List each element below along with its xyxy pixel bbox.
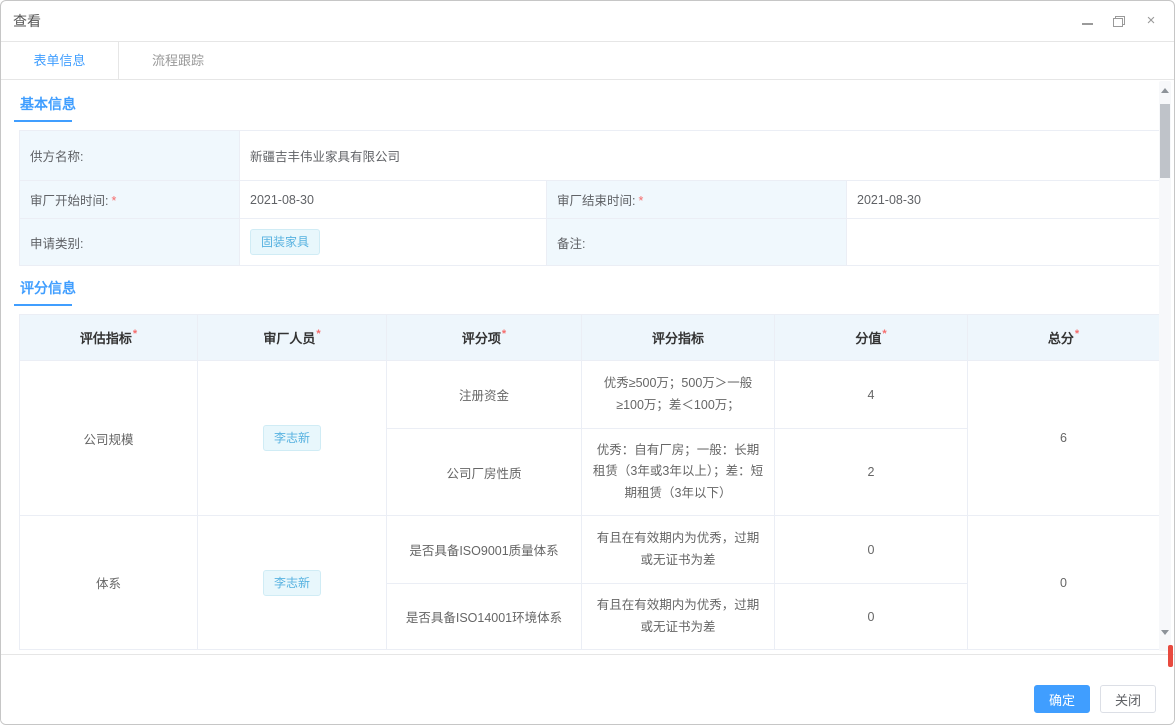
apply-category-label: 申请类别: [20, 219, 240, 266]
close-icon[interactable]: × [1144, 14, 1158, 28]
col-score-criteria: 评分指标 [582, 315, 775, 361]
confirm-button[interactable]: 确定 [1034, 685, 1090, 713]
table-row: 体系 李志新 是否具备ISO9001质量体系 有且在有效期内为优秀，过期或无证书… [20, 516, 1160, 584]
section-underline [14, 304, 72, 306]
score-value: 2 [775, 429, 968, 516]
apply-category-value: 固装家具 [240, 219, 547, 266]
tab-bar: 表单信息 流程跟踪 [1, 41, 1174, 80]
audit-end-label: 审厂结束时间:* [547, 181, 847, 219]
vertical-scrollbar[interactable] [1159, 81, 1171, 651]
score-value: 0 [775, 584, 968, 650]
col-score-item: 评分项* [387, 315, 582, 361]
score-item: 注册资金 [387, 361, 582, 429]
tab-form-info[interactable]: 表单信息 [1, 42, 119, 79]
dialog-footer: 确定 关闭 [1, 655, 1174, 724]
title-bar: 查看 × [1, 1, 1174, 41]
dialog-title: 查看 [13, 11, 41, 31]
audit-end-value: 2021-08-30 [847, 181, 1160, 219]
score-criteria: 有且在有效期内为优秀，过期或无证书为差 [582, 584, 775, 650]
remark-label: 备注: [547, 219, 847, 266]
score-table-header: 评估指标* 审厂人员* 评分项* 评分指标 分值* 总分* [20, 315, 1160, 361]
group-auditor: 李志新 [198, 361, 387, 516]
close-button[interactable]: 关闭 [1100, 685, 1156, 713]
scrollbar-thumb[interactable] [1160, 104, 1170, 178]
auditor-tag: 李志新 [263, 425, 321, 451]
category-tag: 固装家具 [250, 229, 320, 255]
audit-start-value: 2021-08-30 [240, 181, 547, 219]
supplier-name-value: 新疆吉丰伟业家具有限公司 [240, 131, 1160, 181]
col-eval-indicator: 评估指标* [20, 315, 198, 361]
basic-info-row-supplier: 供方名称: 新疆吉丰伟业家具有限公司 [20, 131, 1160, 181]
col-score-value: 分值* [775, 315, 968, 361]
group-total: 6 [968, 361, 1160, 516]
score-table: 评估指标* 审厂人员* 评分项* 评分指标 分值* 总分* 公司规模 李志新 注… [19, 314, 1160, 650]
view-dialog: 查看 × 表单信息 流程跟踪 基本信息 供方名称: 新疆吉丰伟业家具有限公司 审… [0, 0, 1175, 725]
inner-scrollbar-red [1168, 645, 1173, 667]
col-total-score: 总分* [968, 315, 1160, 361]
section-title-score-info: 评分信息 [20, 278, 1174, 298]
score-item: 是否具备ISO9001质量体系 [387, 516, 582, 584]
score-item: 是否具备ISO14001环境体系 [387, 584, 582, 650]
score-value: 0 [775, 516, 968, 584]
remark-value [847, 219, 1160, 266]
restore-icon[interactable] [1112, 14, 1126, 28]
score-criteria: 有且在有效期内为优秀，过期或无证书为差 [582, 516, 775, 584]
table-row: 公司规模 李志新 注册资金 优秀≥500万；500万＞一般≥100万；差＜100… [20, 361, 1160, 429]
score-value: 4 [775, 361, 968, 429]
col-auditor: 审厂人员* [198, 315, 387, 361]
score-item: 公司厂房性质 [387, 429, 582, 516]
audit-start-label: 审厂开始时间:* [20, 181, 240, 219]
scroll-down-icon[interactable] [1161, 630, 1169, 635]
supplier-name-label: 供方名称: [20, 131, 240, 181]
score-criteria: 优秀：自有厂房；一般：长期租赁（3年或3年以上）；差：短期租赁（3年以下） [582, 429, 775, 516]
group-indicator: 公司规模 [20, 361, 198, 516]
minimize-icon[interactable] [1080, 14, 1094, 28]
basic-info-row-dates: 审厂开始时间:* 2021-08-30 审厂结束时间:* 2021-08-30 [20, 181, 1160, 219]
group-indicator: 体系 [20, 516, 198, 650]
group-auditor: 李志新 [198, 516, 387, 650]
tab-process-tracking[interactable]: 流程跟踪 [119, 42, 237, 79]
basic-info-row-category: 申请类别: 固装家具 备注: [20, 219, 1160, 266]
section-title-basic-info: 基本信息 [20, 94, 1174, 114]
auditor-tag: 李志新 [263, 570, 321, 596]
scroll-up-icon[interactable] [1161, 88, 1169, 93]
form-content: 基本信息 供方名称: 新疆吉丰伟业家具有限公司 审厂开始时间:* 2021-08… [1, 80, 1174, 655]
score-criteria: 优秀≥500万；500万＞一般≥100万；差＜100万； [582, 361, 775, 429]
section-underline [14, 120, 72, 122]
group-total: 0 [968, 516, 1160, 650]
window-controls: × [1080, 14, 1158, 28]
basic-info-table: 供方名称: 新疆吉丰伟业家具有限公司 审厂开始时间:* 2021-08-30 审… [19, 130, 1160, 266]
